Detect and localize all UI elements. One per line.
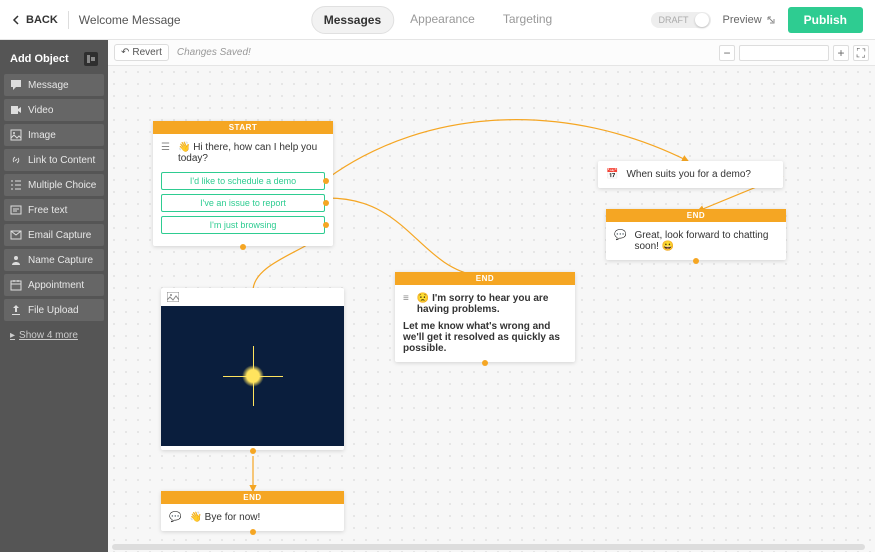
image-icon (10, 129, 22, 141)
sidebar-item-label: Multiple Choice (28, 180, 96, 191)
back-label: BACK (26, 14, 58, 26)
node-chat-end[interactable]: END 💬 Great, look forward to chatting so… (606, 209, 786, 260)
sidebar: Add Object Message Video Image Link to Cont… (0, 40, 108, 552)
tab-targeting[interactable]: Targeting (491, 6, 564, 34)
sidebar-item-appointment[interactable]: Appointment (4, 274, 104, 296)
sidebar-item-name-capture[interactable]: Name Capture (4, 249, 104, 271)
text-icon: ≡ (403, 293, 409, 315)
zoom-in-button[interactable]: + (833, 45, 849, 61)
chat-icon: 💬 (614, 230, 626, 241)
publish-button[interactable]: Publish (788, 7, 863, 33)
node-demo[interactable]: 📅 When suits you for a demo? (598, 161, 783, 188)
zoom-slider[interactable] (739, 45, 829, 61)
sidebar-item-file-upload[interactable]: File Upload (4, 299, 104, 321)
output-port[interactable] (240, 244, 246, 250)
sidebar-item-link-to-content[interactable]: Link to Content (4, 149, 104, 171)
calendar-icon: 📅 (606, 169, 618, 180)
sidebar-item-label: Free text (28, 205, 67, 216)
upload-icon (10, 304, 22, 316)
chat-icon: 💬 (169, 512, 181, 523)
toggle-knob (695, 13, 709, 27)
output-port[interactable] (482, 360, 488, 366)
external-link-icon (766, 15, 776, 25)
sidebar-item-label: Message (28, 80, 69, 91)
image-preview (161, 306, 344, 446)
mail-icon (10, 229, 22, 241)
sidebar-heading: Add Object (10, 53, 69, 65)
chevron-left-icon (12, 15, 22, 25)
node-text: When suits you for a demo? (626, 169, 751, 180)
preview-button[interactable]: Preview (723, 14, 776, 26)
node-tag: START (153, 121, 333, 134)
image-icon (167, 292, 179, 302)
node-text-line1: 😟 I'm sorry to hear you are having probl… (417, 293, 549, 315)
caret-right-icon: ▸ (10, 330, 15, 341)
revert-label: Revert (132, 47, 161, 58)
option-issue-report[interactable]: I've an issue to report (161, 194, 325, 212)
list-icon: ☰ (161, 142, 170, 153)
output-port[interactable] (250, 529, 256, 535)
list-icon (10, 179, 22, 191)
draft-toggle[interactable]: DRAFT (651, 12, 711, 28)
calendar-icon (10, 279, 22, 291)
sidebar-item-label: Video (28, 105, 53, 116)
collapse-sidebar-icon[interactable] (84, 52, 98, 66)
sidebar-item-label: Appointment (28, 280, 84, 291)
revert-button[interactable]: ↶ Revert (114, 44, 169, 61)
tab-messages[interactable]: Messages (311, 6, 394, 34)
node-tag: END (161, 491, 344, 504)
sidebar-item-free-text[interactable]: Free text (4, 199, 104, 221)
sidebar-item-label: Name Capture (28, 255, 93, 266)
sidebar-item-label: File Upload (28, 305, 79, 316)
node-text: 👋 Bye for now! (189, 512, 260, 523)
node-issue-end[interactable]: END ≡ 😟 I'm sorry to hear you are having… (395, 272, 575, 362)
sidebar-item-video[interactable]: Video (4, 99, 104, 121)
option-just-browsing[interactable]: I'm just browsing (161, 216, 325, 234)
tab-appearance[interactable]: Appearance (398, 6, 487, 34)
page-title: Welcome Message (79, 13, 181, 27)
node-bye-end[interactable]: END 💬 👋 Bye for now! (161, 491, 344, 531)
option-schedule-demo[interactable]: I'd like to schedule a demo (161, 172, 325, 190)
show-more-link[interactable]: ▸ Show 4 more (4, 324, 104, 347)
sidebar-item-label: Link to Content (28, 155, 95, 166)
chat-icon (10, 79, 22, 91)
sidebar-item-multiple-choice[interactable]: Multiple Choice (4, 174, 104, 196)
save-status: Changes Saved! (177, 47, 251, 58)
sidebar-item-email-capture[interactable]: Email Capture (4, 224, 104, 246)
sidebar-item-label: Image (28, 130, 56, 141)
video-icon (10, 104, 22, 116)
show-more-label: Show 4 more (19, 330, 78, 341)
sidebar-item-image[interactable]: Image (4, 124, 104, 146)
back-button[interactable]: BACK (12, 14, 58, 26)
preview-label: Preview (723, 14, 762, 26)
node-text: Great, look forward to chatting soon! 😀 (634, 230, 778, 252)
divider (68, 11, 69, 29)
flow-canvas[interactable]: START ☰ 👋 Hi there, how can I help you t… (108, 66, 875, 552)
fit-screen-button[interactable]: ⛶ (853, 45, 869, 61)
zoom-out-button[interactable]: − (719, 45, 735, 61)
node-tag: END (395, 272, 575, 285)
sidebar-item-label: Email Capture (28, 230, 91, 241)
user-icon (10, 254, 22, 266)
link-icon (10, 154, 22, 166)
horizontal-scrollbar[interactable] (112, 544, 865, 550)
glow-icon (242, 365, 264, 387)
node-text: 👋 Hi there, how can I help you today? (178, 142, 325, 164)
text-icon (10, 204, 22, 216)
draft-label: DRAFT (659, 15, 689, 25)
output-port[interactable] (693, 258, 699, 264)
sidebar-item-message[interactable]: Message (4, 74, 104, 96)
undo-icon: ↶ (121, 47, 129, 58)
node-image[interactable] (161, 288, 344, 450)
node-start[interactable]: START ☰ 👋 Hi there, how can I help you t… (153, 121, 333, 246)
output-port[interactable] (250, 448, 256, 454)
node-text-line2: Let me know what's wrong and we'll get i… (403, 321, 567, 354)
node-tag: END (606, 209, 786, 222)
